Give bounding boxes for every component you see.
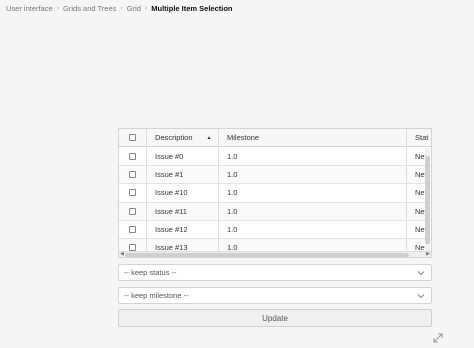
breadcrumb-item-user-interface[interactable]: User interface	[6, 4, 53, 13]
milestone-cell: 1.0	[219, 220, 407, 238]
breadcrumb: User interface › Grids and Trees › Grid …	[6, 4, 233, 13]
breadcrumb-separator: ›	[56, 5, 60, 12]
scroll-left-icon[interactable]: ◀	[120, 251, 124, 257]
column-header-milestone[interactable]: Milestone	[219, 129, 407, 146]
table-row[interactable]: Issue #1 1.0 Nev	[119, 166, 431, 185]
row-check-cell	[119, 184, 147, 202]
table-row[interactable]: Issue #10 1.0 Nev	[119, 184, 431, 203]
status-select-value: -- keep status --	[124, 268, 177, 277]
milestone-select[interactable]: -- keep milestone --	[118, 287, 432, 304]
breadcrumb-separator: ›	[120, 5, 123, 12]
breadcrumb-item-grids-and-trees[interactable]: Grids and Trees	[63, 4, 116, 13]
header-select-all-cell	[119, 129, 147, 146]
row-checkbox[interactable]	[129, 171, 136, 179]
chevron-down-icon	[417, 271, 425, 276]
milestone-cell: 1.0	[219, 202, 407, 220]
description-cell: Issue #12	[147, 220, 219, 238]
milestone-select-value: -- keep milestone --	[124, 291, 189, 300]
vertical-scrollbar[interactable]	[425, 148, 430, 252]
description-cell: Issue #11	[147, 202, 219, 220]
description-cell: Issue #1	[147, 166, 219, 184]
column-header-milestone-label: Milestone	[227, 133, 260, 142]
milestone-cell: 1.0	[219, 184, 407, 202]
row-check-cell	[119, 166, 147, 184]
row-checkbox[interactable]	[129, 189, 136, 197]
breadcrumb-item-grid[interactable]: Grid	[127, 4, 141, 13]
horizontal-scrollbar[interactable]: ◀ ▶	[119, 251, 431, 257]
column-header-description-label: Description	[155, 133, 193, 142]
description-cell: Issue #10	[147, 184, 219, 202]
expand-icon[interactable]	[433, 333, 443, 343]
grid-header: Description ▲ Milestone Stat	[119, 129, 431, 147]
row-checkbox[interactable]	[129, 244, 136, 252]
row-check-cell	[119, 202, 147, 220]
column-header-status[interactable]: Stat	[407, 129, 431, 146]
milestone-cell: 1.0	[219, 166, 407, 184]
row-checkbox[interactable]	[129, 225, 136, 233]
select-all-checkbox[interactable]	[129, 134, 136, 141]
page-title: Multiple Item Selection	[151, 4, 233, 13]
chevron-down-icon	[417, 294, 425, 299]
vertical-scrollbar-thumb[interactable]	[425, 156, 430, 244]
horizontal-scrollbar-thumb[interactable]	[125, 253, 409, 257]
status-select[interactable]: -- keep status --	[118, 264, 432, 281]
scroll-right-icon[interactable]: ▶	[426, 251, 430, 257]
milestone-cell: 1.0	[219, 148, 407, 166]
update-button[interactable]: Update	[118, 309, 432, 327]
column-header-description[interactable]: Description ▲	[147, 129, 219, 146]
table-row[interactable]: Issue #0 1.0 Nev	[119, 148, 431, 167]
breadcrumb-separator: ›	[144, 5, 148, 12]
table-row[interactable]: Issue #12 1.0 Nev	[119, 220, 431, 239]
sort-ascending-icon: ▲	[206, 134, 212, 141]
row-checkbox[interactable]	[129, 153, 136, 161]
issues-grid: Description ▲ Milestone Stat Issue #0 1.…	[118, 128, 432, 258]
row-checkbox[interactable]	[129, 207, 136, 215]
table-row[interactable]: Issue #11 1.0 Nev	[119, 202, 431, 221]
grid-body: Issue #0 1.0 Nev Issue #1 1.0 Nev Issue …	[119, 148, 431, 252]
column-header-status-label: Stat	[415, 133, 429, 142]
description-cell: Issue #0	[147, 148, 219, 166]
row-check-cell	[119, 220, 147, 238]
row-check-cell	[119, 148, 147, 166]
